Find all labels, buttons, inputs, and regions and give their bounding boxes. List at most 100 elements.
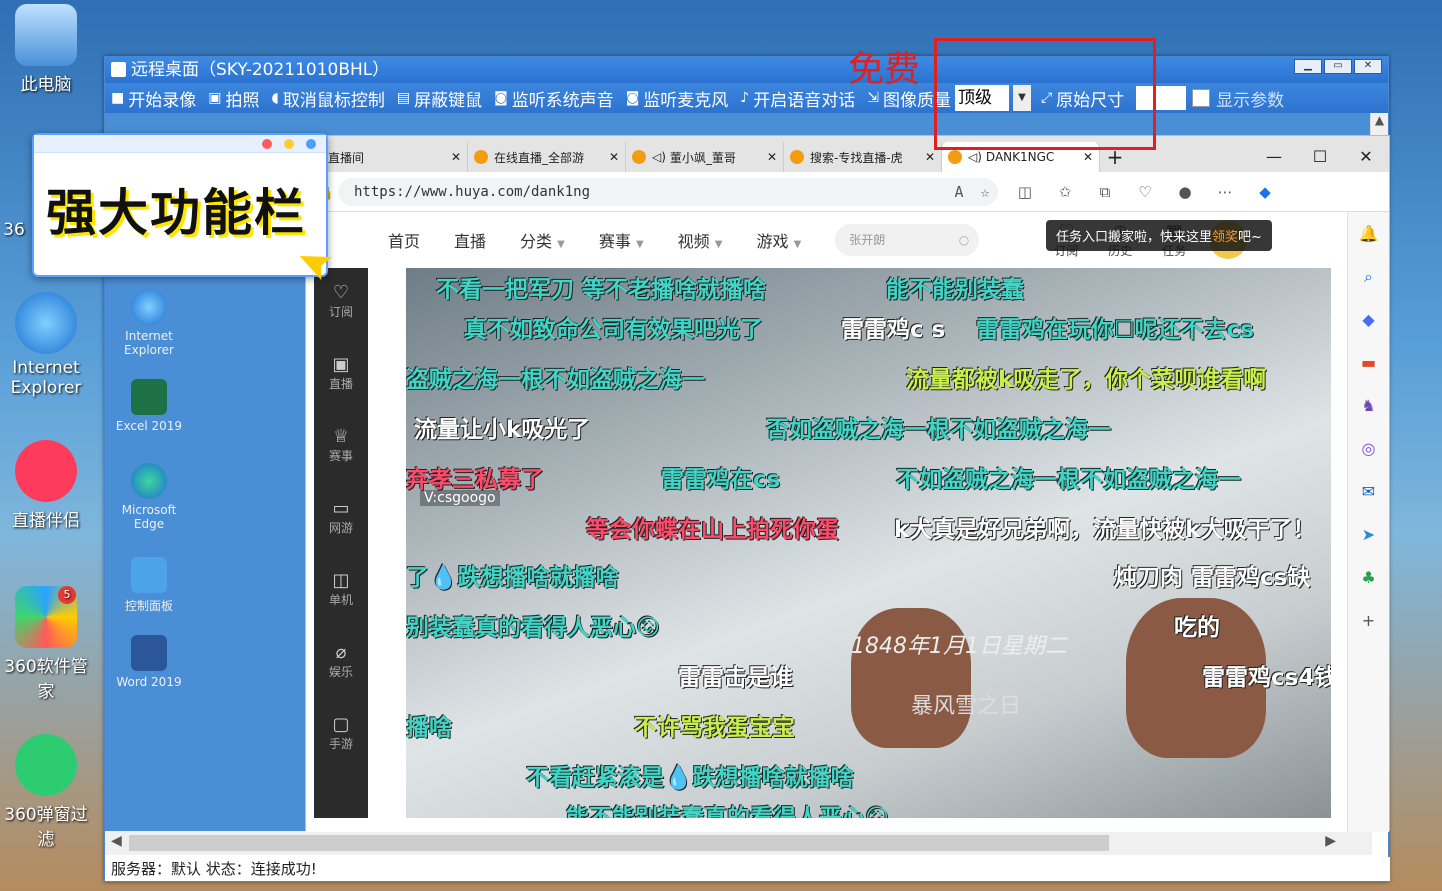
trophy-icon: ♕ — [332, 426, 350, 447]
desktop-icon-this-pc[interactable]: 此电脑 — [0, 4, 96, 95]
nav-home[interactable]: 首页 — [388, 228, 420, 252]
nav-label: 游戏 — [756, 232, 789, 251]
inner-icon-edge[interactable]: Microsoft Edge — [109, 463, 189, 531]
maximize-button[interactable]: ☐ — [1297, 142, 1343, 172]
tab-label: DANK1NGC — [985, 150, 1055, 164]
inner-icon-ie[interactable]: Internet Explorer — [109, 289, 189, 357]
voice-chat-button[interactable]: ♪ 开启语音对话 — [740, 86, 855, 111]
close-icon[interactable]: ✕ — [1083, 150, 1093, 164]
scroll-left-icon[interactable]: ◀ — [111, 833, 122, 849]
mic-icon: ⌀ — [335, 642, 347, 663]
excel-icon — [131, 379, 167, 415]
scroll-right-icon[interactable]: ▶ — [1325, 833, 1336, 849]
toolbar-label: 取消鼠标控制 — [282, 90, 385, 111]
desktop-icon-360-manager[interactable]: 360软件管家 5 — [0, 586, 96, 702]
close-icon[interactable]: ✕ — [451, 150, 461, 164]
camera-icon: ▣ — [208, 90, 222, 106]
speaker-icon: ◙ — [494, 90, 508, 106]
site-search-input[interactable]: 张开朗 ○ — [835, 224, 980, 256]
tab-label: 戏直播间 — [316, 150, 365, 165]
red-dot-icon — [262, 139, 272, 149]
mic-icon: ◙ — [625, 90, 640, 106]
huya-icon — [474, 150, 488, 164]
search-icon[interactable]: ○ — [959, 224, 969, 256]
mouse-icon: ◖ — [271, 90, 279, 106]
browser-tab[interactable]: ◁) 董小飒_董哥 ✕ — [626, 142, 784, 172]
close-icon[interactable]: ✕ — [767, 150, 777, 164]
scroll-up-icon[interactable]: ▲ — [1371, 113, 1388, 133]
side-online-games[interactable]: ▭ 网游 — [314, 484, 368, 556]
horizontal-scrollbar[interactable]: ◀ ▶ — [105, 831, 1372, 855]
nav-events[interactable]: 赛事 ▼ — [599, 228, 644, 252]
side-events[interactable]: ♕ 赛事 — [314, 412, 368, 484]
browser-tab[interactable]: 戏直播间 ✕ — [310, 142, 468, 172]
favorite-star-icon[interactable]: ☆ — [972, 183, 998, 201]
block-input-button[interactable]: ▤ 屏蔽键鼠 — [397, 86, 482, 111]
remote-window-titlebar[interactable]: 远程桌面（SKY-20211010BHL） ▁ ▭ ✕ — [105, 57, 1388, 83]
side-single-player[interactable]: ◫ 单机 — [314, 556, 368, 628]
chevron-down-icon: ▼ — [635, 239, 644, 250]
bell-icon[interactable]: 🔔 — [1348, 212, 1389, 255]
scroll-thumb[interactable] — [129, 835, 1109, 851]
inner-icon-excel[interactable]: Excel 2019 — [109, 379, 189, 433]
maximize-button[interactable]: ▭ — [1324, 59, 1352, 74]
close-icon[interactable]: ✕ — [925, 150, 935, 164]
m365-icon[interactable]: ◎ — [1348, 427, 1389, 470]
side-live[interactable]: ▣ 直播 — [314, 340, 368, 412]
collections-icon[interactable]: ⧉ — [1092, 183, 1118, 201]
minimize-button[interactable]: ▁ — [1294, 59, 1322, 74]
close-button[interactable]: ✕ — [1343, 142, 1389, 172]
nav-category[interactable]: 分类 ▼ — [520, 228, 565, 252]
outlook-icon[interactable]: ✉ — [1348, 470, 1389, 513]
minimize-button[interactable]: — — [1251, 142, 1297, 172]
inner-icon-control-panel[interactable]: 控制面板 — [109, 557, 189, 614]
nav-games[interactable]: 游戏 ▼ — [756, 228, 801, 252]
nav-live[interactable]: 直播 — [454, 228, 486, 252]
side-label: 订阅 — [328, 305, 353, 319]
send-icon[interactable]: ➤ — [1348, 513, 1389, 556]
desktop-icon-ie[interactable]: Internet Explorer — [0, 292, 96, 398]
close-button[interactable]: ✕ — [1354, 59, 1382, 74]
read-aloud-icon[interactable]: A — [946, 183, 972, 201]
live-video-player[interactable]: 1848年1月1日星期二 暴风雪之日 V:csgoogo 不看一把军刀 等不老播… — [406, 268, 1331, 818]
danmaku-comment: 不许骂我蛋宝宝 — [634, 715, 795, 741]
danmaku-comment: 吃的 — [1174, 615, 1220, 641]
start-recording-button[interactable]: ■ 开始录像 — [111, 86, 196, 111]
split-screen-icon[interactable]: ◫ — [1012, 183, 1038, 201]
side-subscribe[interactable]: ♡ 订阅 — [314, 268, 368, 340]
browser-tab[interactable]: 在线直播_全部游 ✕ — [468, 142, 626, 172]
chess-icon[interactable]: ♞ — [1348, 384, 1389, 427]
copilot-icon[interactable]: ◆ — [1252, 183, 1278, 201]
desktop-icon-live-companion[interactable]: 直播伴侣 — [0, 440, 96, 531]
cancel-mouse-control-button[interactable]: ◖ 取消鼠标控制 — [271, 86, 384, 111]
chevron-down-icon: ▼ — [714, 239, 723, 250]
close-icon[interactable]: ✕ — [609, 150, 619, 164]
tv-icon: ▣ — [332, 354, 350, 375]
browser-tab[interactable]: 搜索-专找直播-虎 ✕ — [784, 142, 942, 172]
remote-window-title: 远程桌面（SKY-20211010BHL） — [131, 60, 390, 80]
nav-video[interactable]: 视频 ▼ — [678, 228, 723, 252]
inner-icon-word[interactable]: Word 2019 — [109, 635, 189, 689]
danmaku-comment: k犬真是好兄弟啊，流量快被k犬吸干了！ — [894, 517, 1316, 543]
take-photo-button[interactable]: ▣ 拍照 — [208, 86, 259, 111]
listen-mic-button[interactable]: ◙ 监听麦克风 — [626, 86, 729, 111]
show-params-checkbox[interactable] — [1192, 89, 1211, 107]
side-entertainment[interactable]: ⌀ 娱乐 — [314, 628, 368, 700]
favorites-icon[interactable]: ✩ — [1052, 183, 1078, 201]
add-icon[interactable]: + — [1348, 599, 1389, 642]
side-mobile-games[interactable]: ▢ 手游 — [314, 700, 368, 772]
search-icon[interactable]: ⌕ — [1348, 255, 1389, 298]
profile-icon[interactable]: ● — [1172, 183, 1198, 201]
tree-icon[interactable]: ♣ — [1348, 556, 1389, 599]
health-icon[interactable]: ♡ — [1132, 183, 1158, 201]
desktop-icon-label: 此电脑 — [20, 75, 72, 95]
listen-system-sound-button[interactable]: ◙ 监听系统声音 — [494, 86, 614, 111]
tag-icon[interactable]: ◆ — [1348, 298, 1389, 341]
address-bar[interactable]: https://www.huya.com/dank1ng A ☆ — [338, 177, 998, 206]
danmaku-comment: 了💧跌想播啥就播啥 — [406, 565, 619, 591]
tab-label: 董小飒_董哥 — [669, 150, 736, 165]
more-icon[interactable]: ⋯ — [1212, 183, 1238, 201]
toolbox-icon[interactable]: ▬ — [1348, 341, 1389, 384]
desktop-icon-360-popup-filter[interactable]: 360弹窗过滤 — [0, 734, 96, 850]
tab-label: 搜索-专找直播-虎 — [810, 150, 903, 165]
